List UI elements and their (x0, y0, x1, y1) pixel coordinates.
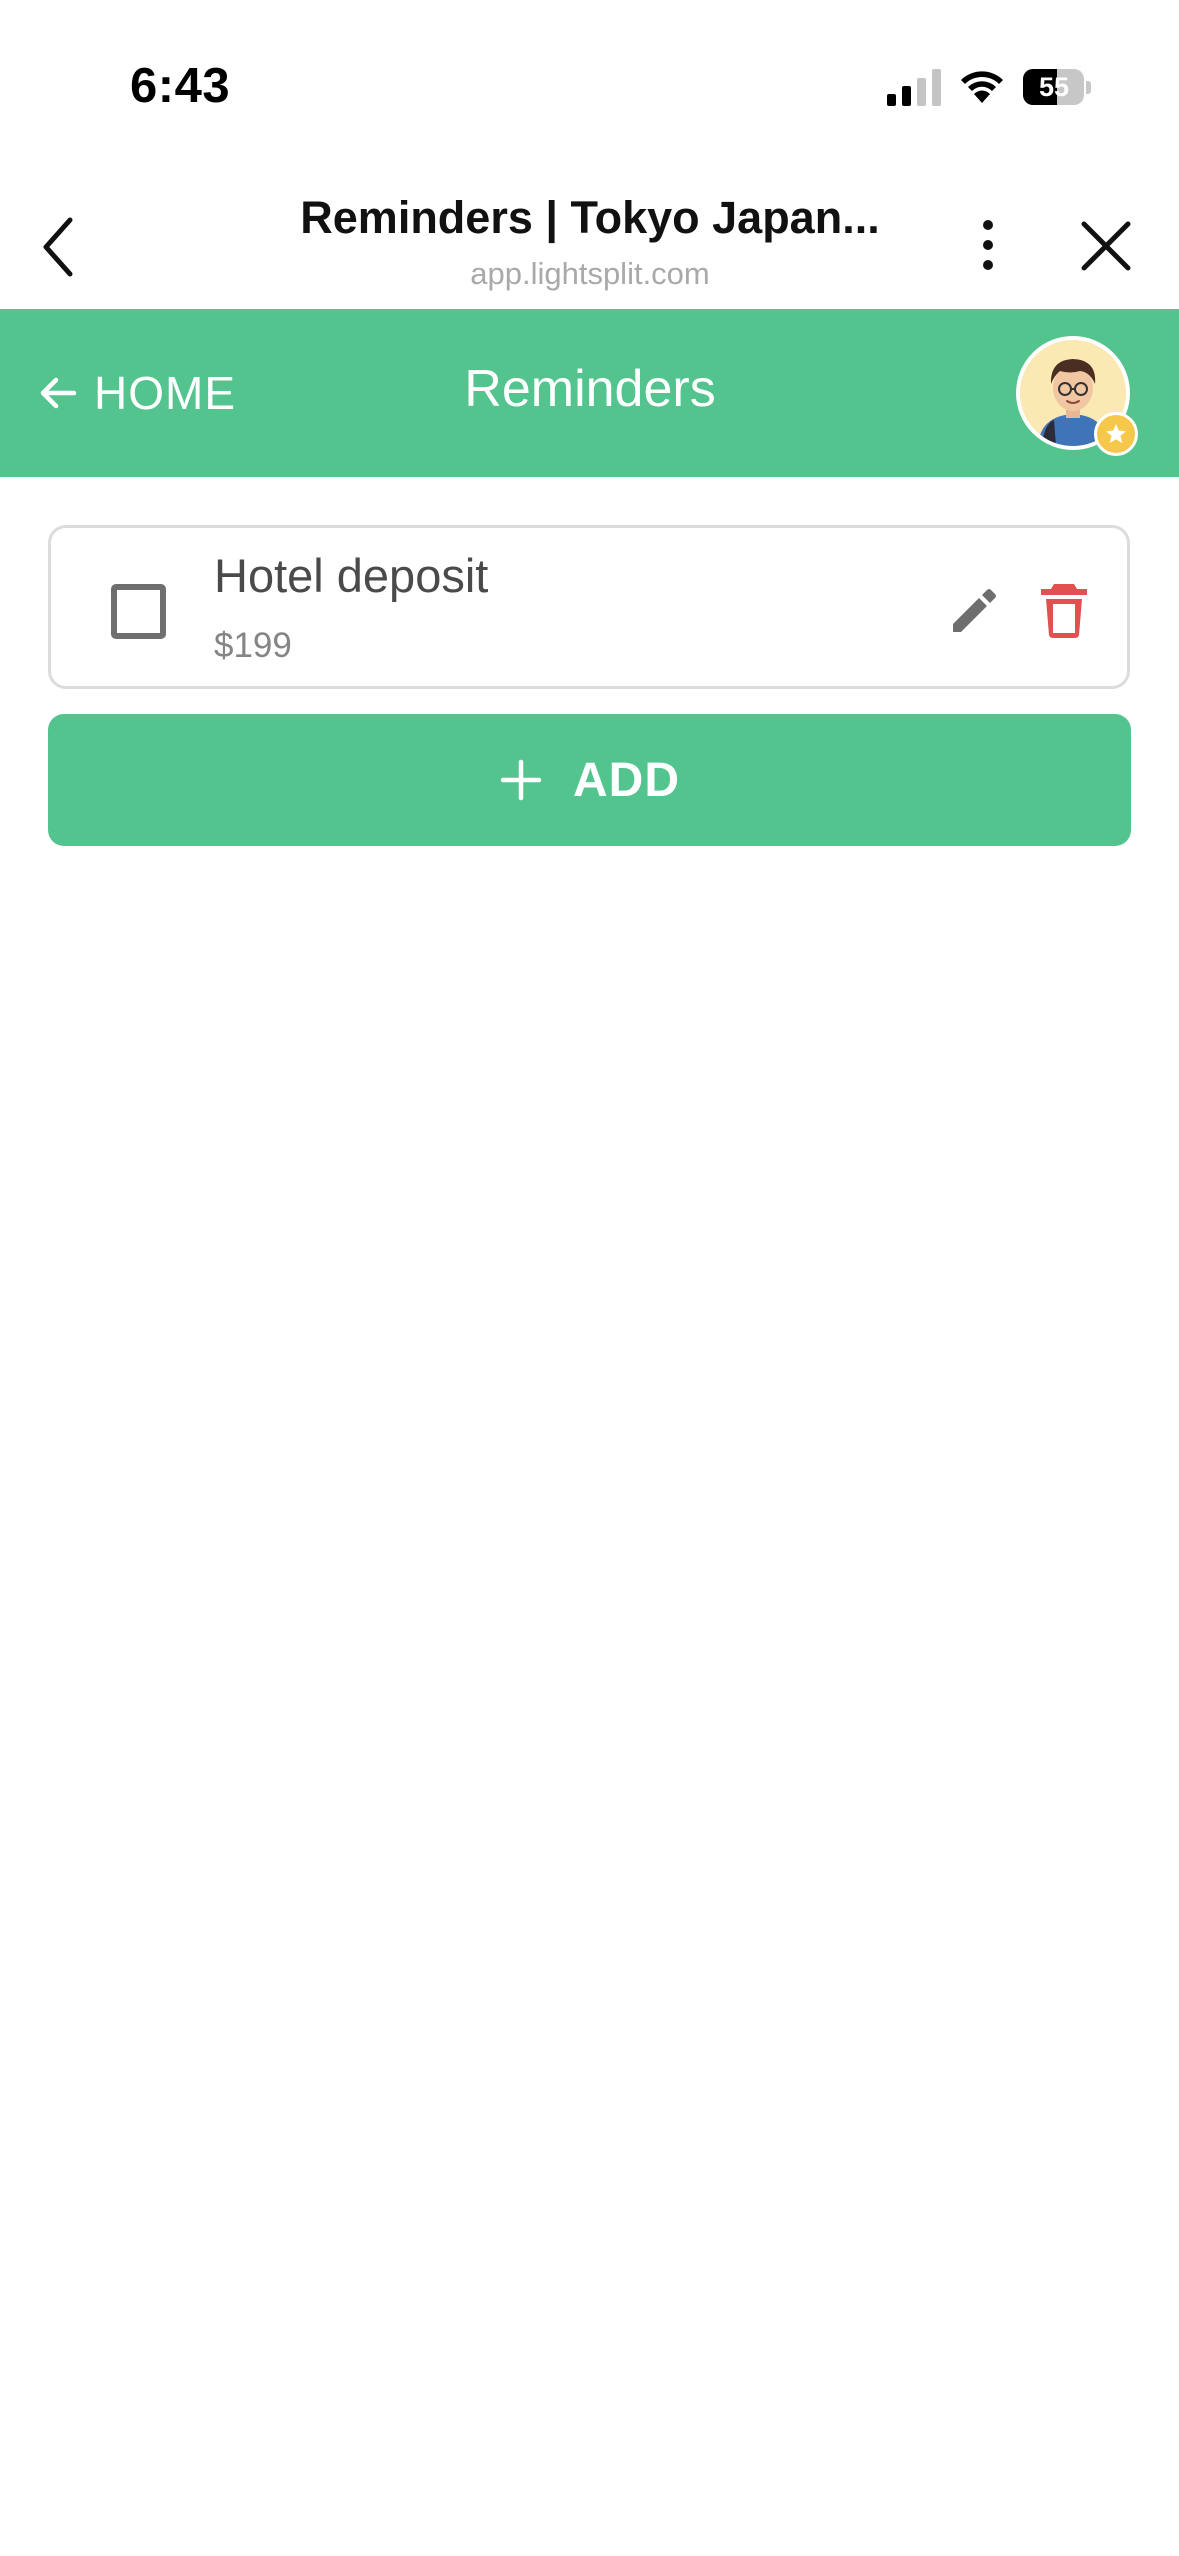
home-link[interactable]: HOME (38, 361, 236, 425)
status-icons: 55 (887, 62, 1091, 112)
browser-bar: Reminders | Tokyo Japan... app.lightspli… (0, 170, 1179, 309)
status-bar: 6:43 55 (0, 0, 1179, 170)
pencil-icon[interactable] (943, 580, 1003, 640)
reminder-checkbox[interactable] (111, 584, 166, 639)
star-badge-icon (1094, 412, 1138, 456)
reminder-title: Hotel deposit (214, 549, 489, 602)
add-button-label: ADD (573, 753, 680, 807)
battery-icon: 55 (1023, 69, 1091, 105)
page-title: Reminders (464, 360, 716, 418)
wifi-icon (961, 71, 1003, 103)
app-header: HOME Reminders (0, 309, 1179, 477)
reminder-item: Hotel deposit $199 (48, 525, 1130, 689)
plus-icon (500, 759, 542, 801)
reminder-amount: $199 (214, 626, 292, 665)
more-vertical-icon[interactable] (968, 210, 1008, 280)
browser-page-title: Reminders | Tokyo Japan... (300, 192, 880, 243)
signal-icon (887, 68, 941, 106)
home-label: HOME (94, 367, 236, 419)
browser-url: app.lightsplit.com (470, 256, 710, 291)
close-icon[interactable] (1078, 218, 1134, 274)
back-chevron-icon[interactable] (36, 212, 86, 282)
add-button[interactable]: ADD (48, 714, 1131, 846)
battery-level: 55 (1038, 72, 1070, 102)
status-time: 6:43 (130, 59, 231, 113)
trash-icon[interactable] (1036, 578, 1092, 640)
screen: 6:43 55 Reminders | Tokyo Japan... app.l… (0, 0, 1179, 2556)
arrow-left-icon (40, 377, 77, 409)
